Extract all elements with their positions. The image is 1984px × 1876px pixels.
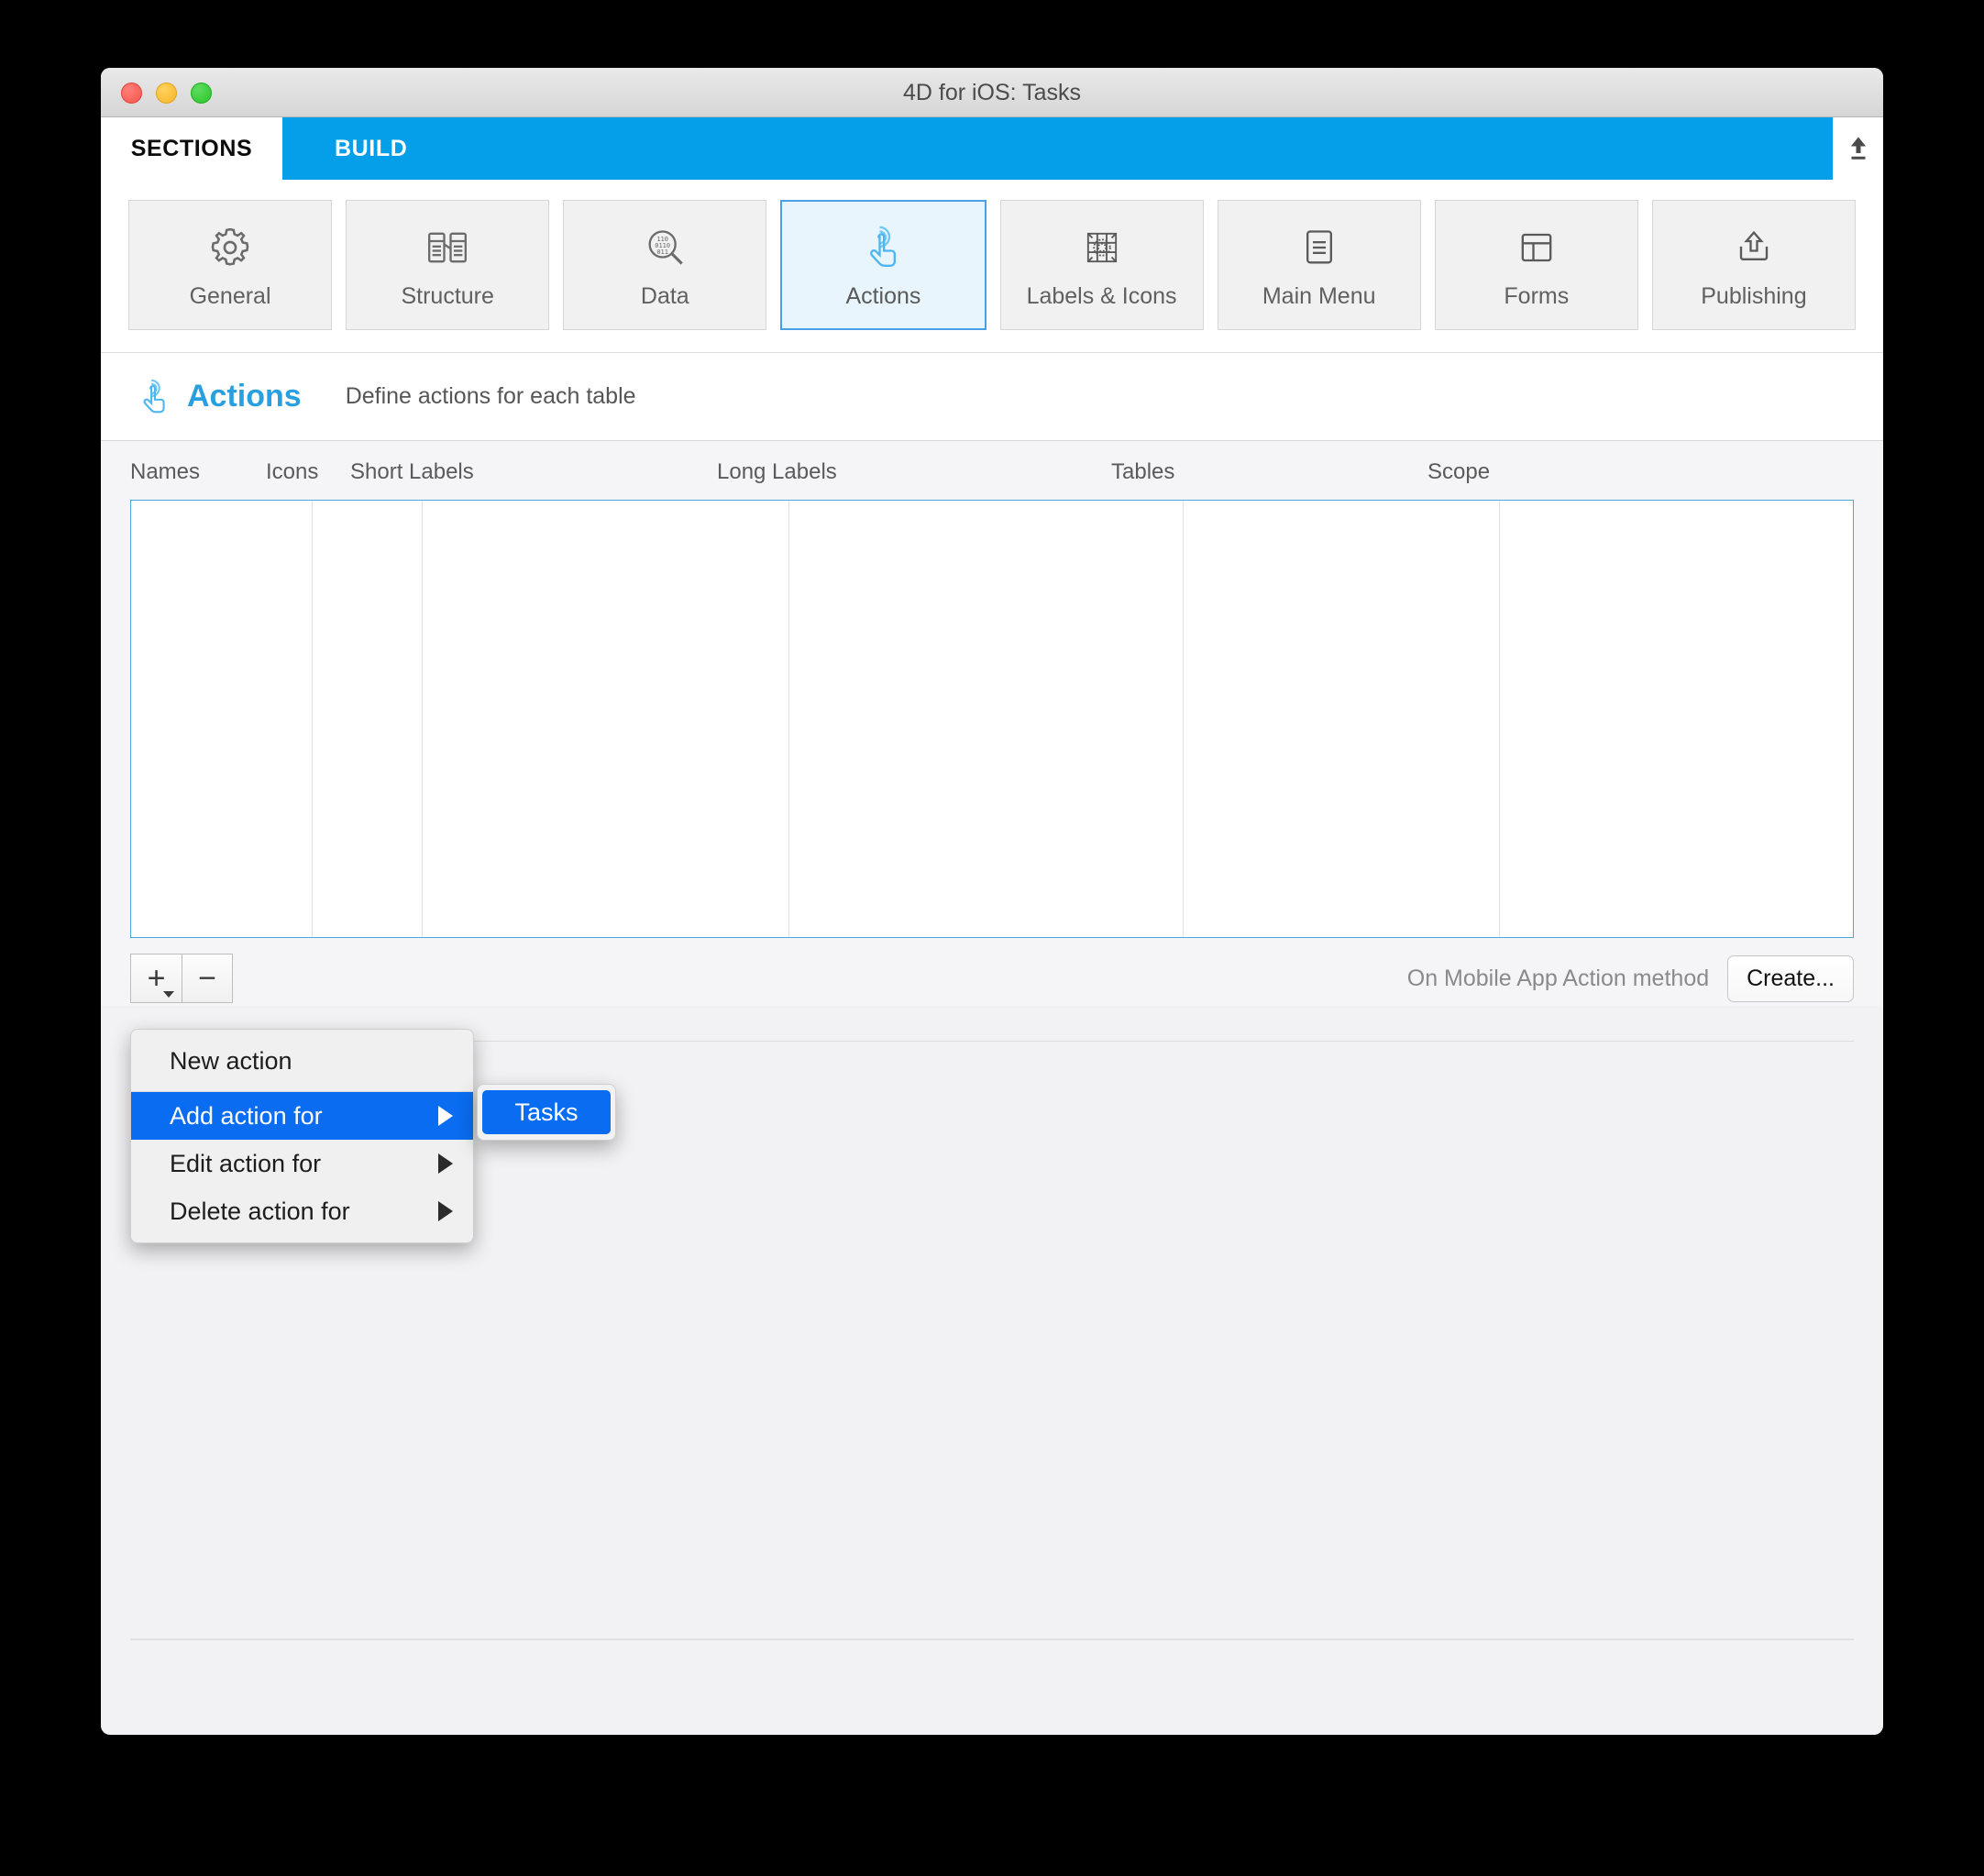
add-remove-group: + − bbox=[130, 954, 233, 1003]
bottom-divider bbox=[130, 1639, 1854, 1640]
section-tile-main-menu[interactable]: Main Menu bbox=[1217, 200, 1421, 330]
grid-column-tables[interactable] bbox=[1184, 501, 1500, 937]
plus-icon: + bbox=[147, 961, 166, 996]
menu-item-delete-action-for-label: Delete action for bbox=[170, 1197, 350, 1225]
table-column-headers: Names Icons Short Labels Long Labels Tab… bbox=[130, 459, 1854, 500]
menu-item-add-action-for[interactable]: Add action for bbox=[131, 1092, 473, 1140]
method-label: On Mobile App Action method bbox=[1406, 965, 1710, 991]
publish-icon bbox=[1728, 221, 1780, 274]
section-tile-structure-label: Structure bbox=[401, 282, 494, 309]
chevron-down-icon bbox=[163, 991, 174, 998]
tab-build[interactable]: BUILD bbox=[282, 117, 1833, 180]
submenu-item-tasks[interactable]: Tasks bbox=[482, 1090, 611, 1134]
upload-button[interactable] bbox=[1833, 117, 1883, 180]
svg-text:011: 011 bbox=[657, 248, 669, 256]
column-header-long-labels[interactable]: Long Labels bbox=[717, 459, 1111, 485]
chevron-right-icon bbox=[438, 1201, 453, 1221]
grid-toolbar: + − On Mobile App Action method Create..… bbox=[130, 938, 1854, 1006]
section-tile-structure[interactable]: Structure bbox=[346, 200, 550, 330]
submenu-item-tasks-label: Tasks bbox=[514, 1098, 579, 1126]
window-titlebar: 4D for iOS: Tasks bbox=[101, 68, 1883, 117]
add-action-button[interactable]: + bbox=[130, 954, 182, 1003]
tab-build-label: BUILD bbox=[335, 135, 408, 161]
column-header-icons[interactable]: Icons bbox=[266, 459, 350, 485]
section-tile-forms[interactable]: Forms bbox=[1434, 200, 1638, 330]
section-tile-general[interactable]: General bbox=[128, 200, 333, 330]
menu-item-new-action-label: New action bbox=[170, 1046, 292, 1075]
method-area: On Mobile App Action method Create... bbox=[1407, 955, 1854, 1002]
column-header-tables[interactable]: Tables bbox=[1111, 459, 1427, 485]
column-header-names[interactable]: Names bbox=[130, 459, 266, 485]
section-tile-forms-label: Forms bbox=[1504, 282, 1570, 309]
menu-item-add-action-for-label: Add action for bbox=[170, 1101, 323, 1130]
grid-column-icons[interactable] bbox=[313, 501, 423, 937]
upload-icon bbox=[1850, 137, 1866, 160]
tab-sections-label: SECTIONS bbox=[130, 135, 253, 161]
menu-item-new-action[interactable]: New action bbox=[131, 1037, 473, 1085]
menu-item-edit-action-for[interactable]: Edit action for bbox=[131, 1140, 473, 1187]
section-tile-actions-label: Actions bbox=[845, 282, 921, 309]
section-tile-data-label: Data bbox=[640, 282, 689, 309]
section-tile-publishing-label: Publishing bbox=[1701, 282, 1807, 309]
layout-icon bbox=[1511, 221, 1562, 274]
column-header-scope[interactable]: Scope bbox=[1427, 459, 1854, 485]
section-tile-publishing[interactable]: Publishing bbox=[1651, 200, 1856, 330]
page-header: Actions Define actions for each table bbox=[101, 353, 1883, 441]
grid-column-long-labels[interactable] bbox=[789, 501, 1184, 937]
minus-icon: − bbox=[198, 961, 216, 996]
sections-tile-bar: General Structure 110 0110 011 Data Acti… bbox=[101, 180, 1883, 353]
menu-item-edit-action-for-label: Edit action for bbox=[170, 1149, 322, 1177]
tab-sections[interactable]: SECTIONS bbox=[101, 117, 282, 180]
remove-action-button[interactable]: − bbox=[182, 954, 233, 1003]
section-tile-labels-icons-label: Labels & Icons bbox=[1026, 282, 1177, 309]
section-tile-actions[interactable]: Actions bbox=[780, 200, 986, 330]
grid-art-icon bbox=[1076, 221, 1128, 274]
window-title: 4D for iOS: Tasks bbox=[902, 80, 1082, 105]
add-action-context-menu: New action Add action for Edit action fo… bbox=[130, 1029, 474, 1243]
section-tile-labels-icons[interactable]: Labels & Icons bbox=[999, 200, 1204, 330]
section-tile-general-label: General bbox=[189, 282, 271, 309]
section-tile-data[interactable]: 110 0110 011 Data bbox=[563, 200, 767, 330]
page-title: Actions bbox=[187, 379, 302, 414]
touch-icon bbox=[857, 221, 909, 274]
gear-icon bbox=[204, 221, 256, 274]
actions-grid[interactable] bbox=[130, 500, 1854, 938]
create-button[interactable]: Create... bbox=[1727, 955, 1854, 1002]
menu-doc-icon bbox=[1294, 221, 1345, 274]
section-tile-main-menu-label: Main Menu bbox=[1262, 282, 1376, 309]
grid-column-short-labels[interactable] bbox=[423, 501, 789, 937]
touch-icon bbox=[130, 376, 178, 418]
actions-table-area: Names Icons Short Labels Long Labels Tab… bbox=[101, 441, 1883, 1006]
grid-column-scope[interactable] bbox=[1500, 501, 1853, 937]
column-header-short-labels[interactable]: Short Labels bbox=[350, 459, 717, 485]
page-subtitle: Define actions for each table bbox=[345, 383, 636, 409]
chevron-right-icon bbox=[438, 1106, 453, 1126]
grid-column-names[interactable] bbox=[131, 501, 313, 937]
chevron-right-icon bbox=[438, 1153, 453, 1174]
app-window: 4D for iOS: Tasks SECTIONS BUILD General bbox=[101, 68, 1883, 1735]
structure-icon bbox=[422, 221, 473, 274]
main-tabstrip: SECTIONS BUILD bbox=[101, 117, 1883, 180]
menu-item-delete-action-for[interactable]: Delete action for bbox=[131, 1187, 473, 1235]
data-search-icon: 110 0110 011 bbox=[639, 221, 690, 274]
add-action-submenu: Tasks bbox=[477, 1084, 616, 1141]
